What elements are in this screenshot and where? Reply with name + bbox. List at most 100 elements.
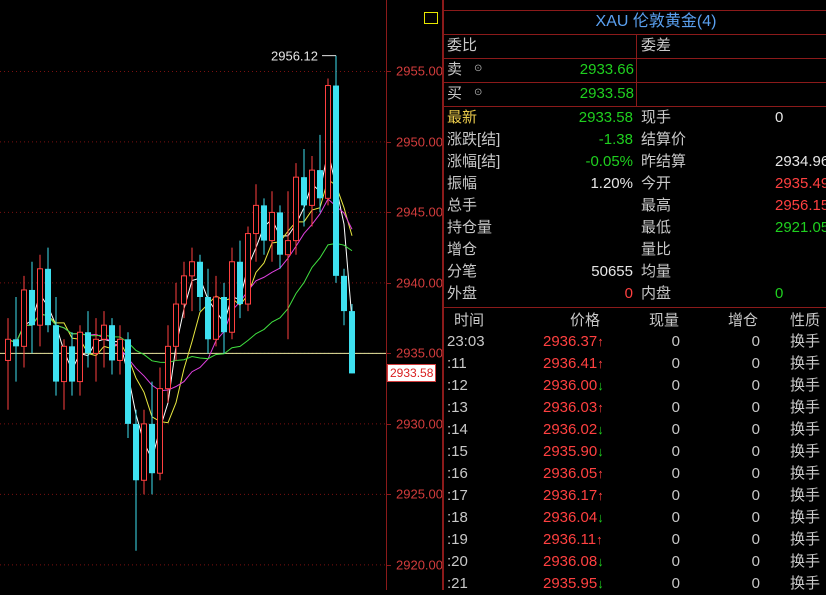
candle-body-up <box>141 423 147 481</box>
stat-value: 2934.96 <box>775 153 826 170</box>
tick-price: 2936.00 <box>543 377 598 394</box>
tick-volume: 0 <box>671 509 680 526</box>
price-axis-label: 2925.00 <box>396 486 443 502</box>
tick-oi-change: 0 <box>751 509 760 526</box>
header-oi-change: 增仓 <box>728 312 759 329</box>
weibi-row: 委比 委差 <box>444 35 826 57</box>
current-price-tag: 2933.58 <box>387 364 437 383</box>
tick-row[interactable]: :17 2936.17↑ 0 0 换手 <box>444 485 826 507</box>
stat-label: 增仓 <box>447 241 478 258</box>
candle-body-up <box>101 324 107 340</box>
stat-label: 量比 <box>641 241 672 258</box>
candle-body-down <box>205 297 211 340</box>
candle-body-up <box>93 338 99 354</box>
candle-body-up <box>245 233 251 305</box>
candle-body-up <box>157 388 163 474</box>
tick-price-cell: 2936.05↑ <box>543 463 604 485</box>
tick-row[interactable]: :12 2936.00↓ 0 0 换手 <box>444 375 826 397</box>
candle-body-down <box>333 85 339 276</box>
tick-oi-change: 0 <box>751 355 760 372</box>
tick-row[interactable]: :21 2935.95↓ 0 0 换手 <box>444 573 826 590</box>
stat-row: 增仓 量比 <box>444 239 826 261</box>
candle-body-up <box>21 289 27 347</box>
price-axis-tick <box>387 353 391 355</box>
candle-body-up <box>269 211 275 242</box>
stat-value: 2921.05 <box>775 219 826 236</box>
candle-body-down <box>149 423 155 474</box>
tick-price: 2936.17 <box>543 487 598 504</box>
candle-body-down <box>261 205 267 241</box>
tick-nature: 换手 <box>790 509 821 526</box>
candle-body-up <box>285 240 291 256</box>
tick-row[interactable]: :11 2936.41↑ 0 0 换手 <box>444 353 826 375</box>
candle-body-up <box>189 261 195 277</box>
kline-svg[interactable]: 2956.12 <box>0 0 386 590</box>
tick-price-cell: 2936.17↑ <box>543 485 604 507</box>
price-axis-tick <box>387 494 391 496</box>
tick-row[interactable]: :14 2936.02↓ 0 0 换手 <box>444 419 826 441</box>
stat-row: 总手 最高 2956.15 <box>444 195 826 217</box>
stat-value: -1.38 <box>598 131 633 148</box>
stat-value: 1.20% <box>590 175 633 192</box>
stat-label: 均量 <box>641 263 672 280</box>
down-arrow-icon: ↓ <box>597 422 604 437</box>
tick-oi-change: 0 <box>751 575 760 590</box>
candle-body-up <box>61 345 67 383</box>
tick-nature: 换手 <box>790 465 821 482</box>
candle-body-up <box>325 85 331 199</box>
tick-time: 23:03 <box>447 333 485 350</box>
tick-row[interactable]: :16 2936.05↑ 0 0 换手 <box>444 463 826 485</box>
tick-row[interactable]: :20 2936.08↓ 0 0 换手 <box>444 551 826 573</box>
stat-value: 2935.49 <box>775 175 826 192</box>
price-axis-label: 2920.00 <box>396 557 443 573</box>
down-arrow-icon: ↓ <box>597 576 604 590</box>
stat-label: 最高 <box>641 197 672 214</box>
up-arrow-icon: ↑ <box>597 334 604 349</box>
candle-body-down <box>277 212 283 255</box>
tick-price-cell: 2936.00↓ <box>543 375 604 397</box>
tick-row[interactable]: :13 2936.03↑ 0 0 换手 <box>444 397 826 419</box>
stat-label: 最低 <box>641 219 672 236</box>
tick-time: :17 <box>447 487 468 504</box>
candle-body-up <box>5 338 11 361</box>
buy-row[interactable]: 买 ⊙ 2933.58 <box>444 83 826 105</box>
quote-panel: XAU 伦敦黄金(4) 委比 委差 卖 ⊙ 2933.66 买 ⊙ 2933.5… <box>442 0 826 590</box>
stat-label: 外盘 <box>447 285 478 302</box>
price-axis-tick <box>387 564 391 566</box>
tick-row[interactable]: :19 2936.11↑ 0 0 换手 <box>444 529 826 551</box>
sell-info-icon: ⊙ <box>474 63 483 74</box>
tick-price-cell: 2936.37↑ <box>543 331 604 353</box>
sell-row[interactable]: 卖 ⊙ 2933.66 <box>444 59 826 81</box>
candle-body-down <box>197 261 203 297</box>
candle-body-down <box>237 261 243 305</box>
tick-price-cell: 2936.04↓ <box>543 507 604 529</box>
tick-table-header: 时间 价格 现量 增仓 性质 <box>444 310 826 332</box>
stat-value: 2933.58 <box>578 109 633 126</box>
price-axis-tick <box>387 141 391 143</box>
price-axis-tick <box>387 282 391 284</box>
candle-body-up <box>253 204 259 235</box>
tick-price: 2936.41 <box>543 355 598 372</box>
up-arrow-icon: ↑ <box>597 400 604 415</box>
candle-body-down <box>13 339 19 347</box>
instrument-title[interactable]: XAU 伦敦黄金(4) <box>444 0 826 34</box>
price-axis-tick <box>387 423 391 425</box>
up-arrow-icon: ↑ <box>597 466 604 481</box>
tick-row[interactable]: :18 2936.04↓ 0 0 换手 <box>444 507 826 529</box>
tick-oi-change: 0 <box>751 465 760 482</box>
tick-price-cell: 2936.08↓ <box>543 551 604 573</box>
price-axis-label: 2945.00 <box>396 204 443 220</box>
window-toggle-icon[interactable] <box>424 12 438 24</box>
tick-time: :18 <box>447 509 468 526</box>
tick-price: 2936.08 <box>543 553 598 570</box>
stat-label: 振幅 <box>447 175 478 192</box>
stat-row: 外盘 0 内盘 0 <box>444 283 826 305</box>
tick-volume: 0 <box>671 355 680 372</box>
candle-body-down <box>85 332 91 354</box>
candle-body-down <box>133 423 139 481</box>
stat-value: 0 <box>624 285 633 302</box>
tick-row[interactable]: :15 2935.90↓ 0 0 换手 <box>444 441 826 463</box>
tick-volume: 0 <box>671 465 680 482</box>
candlestick-chart[interactable]: 2956.12 <box>0 0 386 590</box>
tick-row[interactable]: 23:03 2936.37↑ 0 0 换手 <box>444 331 826 353</box>
